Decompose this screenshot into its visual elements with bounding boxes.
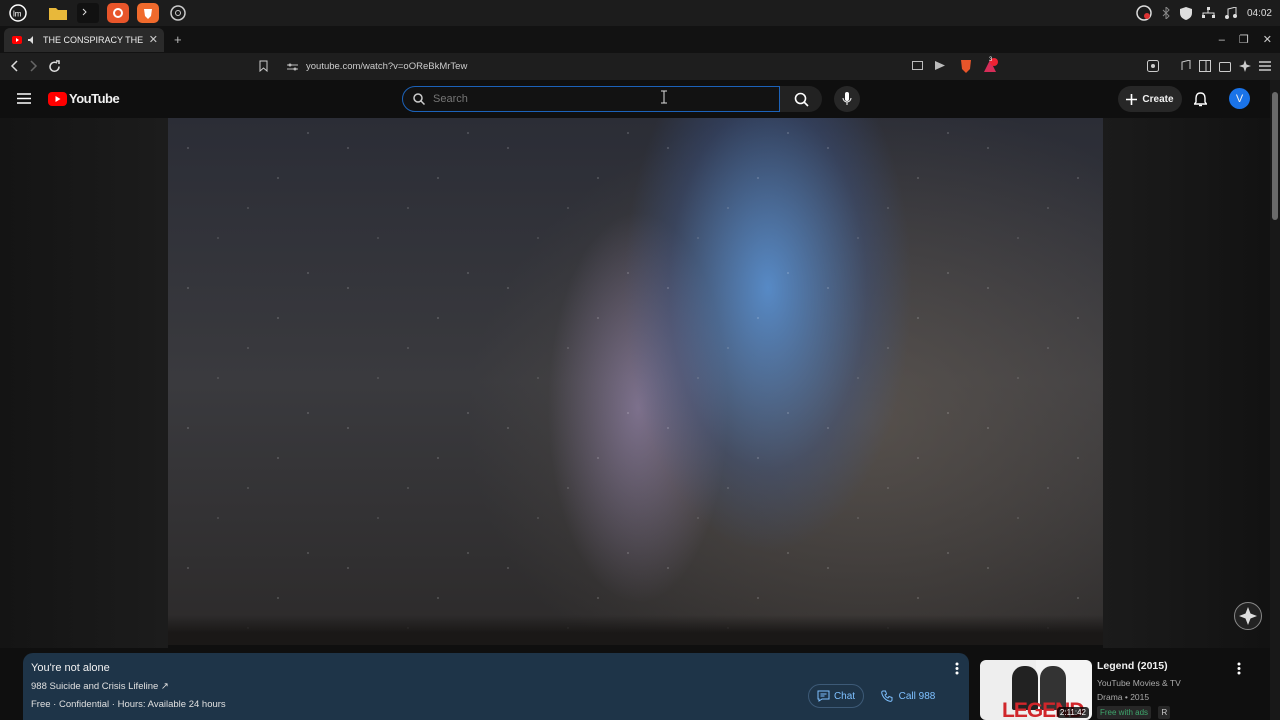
forward-icon[interactable] — [30, 60, 38, 72]
files-icon[interactable] — [47, 3, 69, 23]
tab-close-icon[interactable]: ✕ — [149, 33, 158, 46]
video-frame-horizon — [168, 615, 1103, 645]
text-cursor-icon — [660, 90, 668, 104]
chat-label: Chat — [833, 690, 856, 702]
search-box[interactable] — [402, 86, 780, 112]
create-button[interactable]: Create — [1118, 86, 1182, 112]
search-icon — [413, 93, 425, 105]
minimize-icon[interactable]: – — [1219, 34, 1225, 46]
notifications-bell-icon[interactable] — [1194, 92, 1207, 107]
firefox-icon[interactable] — [107, 3, 129, 23]
avatar[interactable]: V — [1229, 88, 1250, 109]
crisis-support-panel: You're not alone 988 Suicide and Crisis … — [23, 653, 969, 720]
video-frame-stars — [168, 118, 1103, 645]
back-icon[interactable] — [10, 60, 18, 72]
address-bar-row: youtube.com/watch?v=oOReBkMrTew 3 — [0, 53, 1280, 80]
terminal-icon[interactable] — [77, 3, 99, 23]
create-label: Create — [1142, 93, 1174, 105]
free-with-ads-badge: Free with ads — [1097, 706, 1152, 719]
speaker-icon[interactable] — [28, 35, 37, 44]
network-icon[interactable] — [1201, 7, 1215, 19]
close-window-icon[interactable]: ✕ — [1263, 33, 1272, 46]
wallet-icon[interactable] — [1219, 60, 1231, 72]
call-button[interactable]: Call 988 — [873, 684, 943, 708]
hamburger-menu-icon[interactable] — [17, 93, 31, 104]
recommendation-channel[interactable]: YouTube Movies & TV — [1097, 678, 1247, 688]
brave-shields-icon[interactable] — [958, 58, 974, 74]
bluetooth-icon[interactable] — [1162, 7, 1170, 19]
call-label: Call 988 — [898, 690, 936, 702]
avatar-letter: V — [1235, 92, 1244, 105]
music-icon[interactable] — [1179, 60, 1191, 72]
recommendation-info: Legend (2015) YouTube Movies & TV Drama … — [1097, 660, 1247, 720]
os-taskbar: lm 04:02 — [0, 0, 1280, 26]
reload-icon[interactable] — [48, 60, 61, 73]
url-text[interactable]: youtube.com/watch?v=oOReBkMrTew — [306, 61, 467, 72]
window-controls: – ❐ ✕ — [1219, 26, 1272, 53]
svg-text:lm: lm — [13, 10, 22, 19]
phone-icon — [880, 690, 893, 702]
sound-icon[interactable] — [1224, 7, 1237, 19]
sidebar-icon[interactable] — [1199, 60, 1211, 72]
send-icon[interactable] — [935, 61, 945, 70]
recommendation-meta: Drama • 2015 — [1097, 692, 1150, 702]
clock[interactable]: 04:02 — [1247, 8, 1272, 19]
chrome-icon[interactable] — [167, 3, 189, 23]
chat-button[interactable]: Chat — [808, 684, 864, 708]
microphone-icon — [842, 92, 852, 106]
new-tab-icon[interactable]: + — [174, 32, 182, 47]
youtube-logo-icon — [48, 91, 67, 106]
system-tray: 04:02 — [1136, 0, 1272, 26]
rating-badge: R — [1158, 706, 1171, 719]
url-box[interactable]: youtube.com/watch?v=oOReBkMrTew — [255, 56, 1000, 77]
update-manager-icon[interactable] — [1136, 5, 1152, 21]
ambient-right — [1103, 118, 1270, 648]
browser-tabbar: THE CONSPIRACY THEORY ✕ + — [0, 26, 1280, 53]
plus-icon — [1126, 93, 1138, 105]
extension-badge: 3 — [989, 57, 993, 63]
youtube-logo[interactable]: YouTube — [48, 91, 120, 106]
youtube-logo-text: YouTube — [69, 91, 120, 106]
scrollbar-thumb[interactable] — [1272, 92, 1278, 220]
floating-compass-icon[interactable] — [1234, 602, 1262, 630]
video-player[interactable] — [168, 118, 1103, 645]
recommendation-item[interactable]: LEGEND 2:11:42 Legend (2015) YouTube Mov… — [980, 660, 1270, 720]
browser-tab[interactable]: THE CONSPIRACY THEORY ✕ — [4, 27, 164, 52]
page-scrollbar[interactable] — [1270, 80, 1280, 720]
recommendation-title[interactable]: Legend (2015) — [1097, 660, 1247, 672]
voice-search-button[interactable] — [834, 86, 860, 112]
shield-icon[interactable] — [1179, 6, 1192, 20]
search-button[interactable] — [780, 86, 822, 112]
screenshot-icon[interactable] — [1147, 60, 1159, 72]
cast-icon[interactable] — [912, 61, 923, 70]
brave-icon[interactable] — [137, 3, 159, 23]
search-button-icon — [794, 92, 809, 107]
youtube-favicon-icon — [12, 35, 22, 44]
chat-icon — [817, 690, 830, 702]
tab-title: THE CONSPIRACY THEORY — [43, 34, 143, 45]
mint-menu-icon[interactable]: lm — [7, 3, 29, 23]
recommendation-more-icon[interactable] — [1237, 662, 1241, 675]
ambient-left — [0, 118, 168, 648]
crisis-title: You're not alone — [31, 662, 110, 674]
leo-ai-icon[interactable] — [1239, 60, 1251, 72]
search-input[interactable] — [433, 93, 733, 105]
youtube-header: YouTube Create V — [0, 80, 1270, 118]
video-duration: 2:11:42 — [1056, 707, 1089, 718]
site-settings-icon[interactable] — [287, 62, 298, 72]
recommendation-thumbnail[interactable]: LEGEND 2:11:42 — [980, 660, 1092, 720]
maximize-icon[interactable]: ❐ — [1239, 33, 1249, 46]
browser-menu-icon[interactable] — [1259, 61, 1271, 71]
more-options-icon[interactable] — [955, 662, 959, 675]
